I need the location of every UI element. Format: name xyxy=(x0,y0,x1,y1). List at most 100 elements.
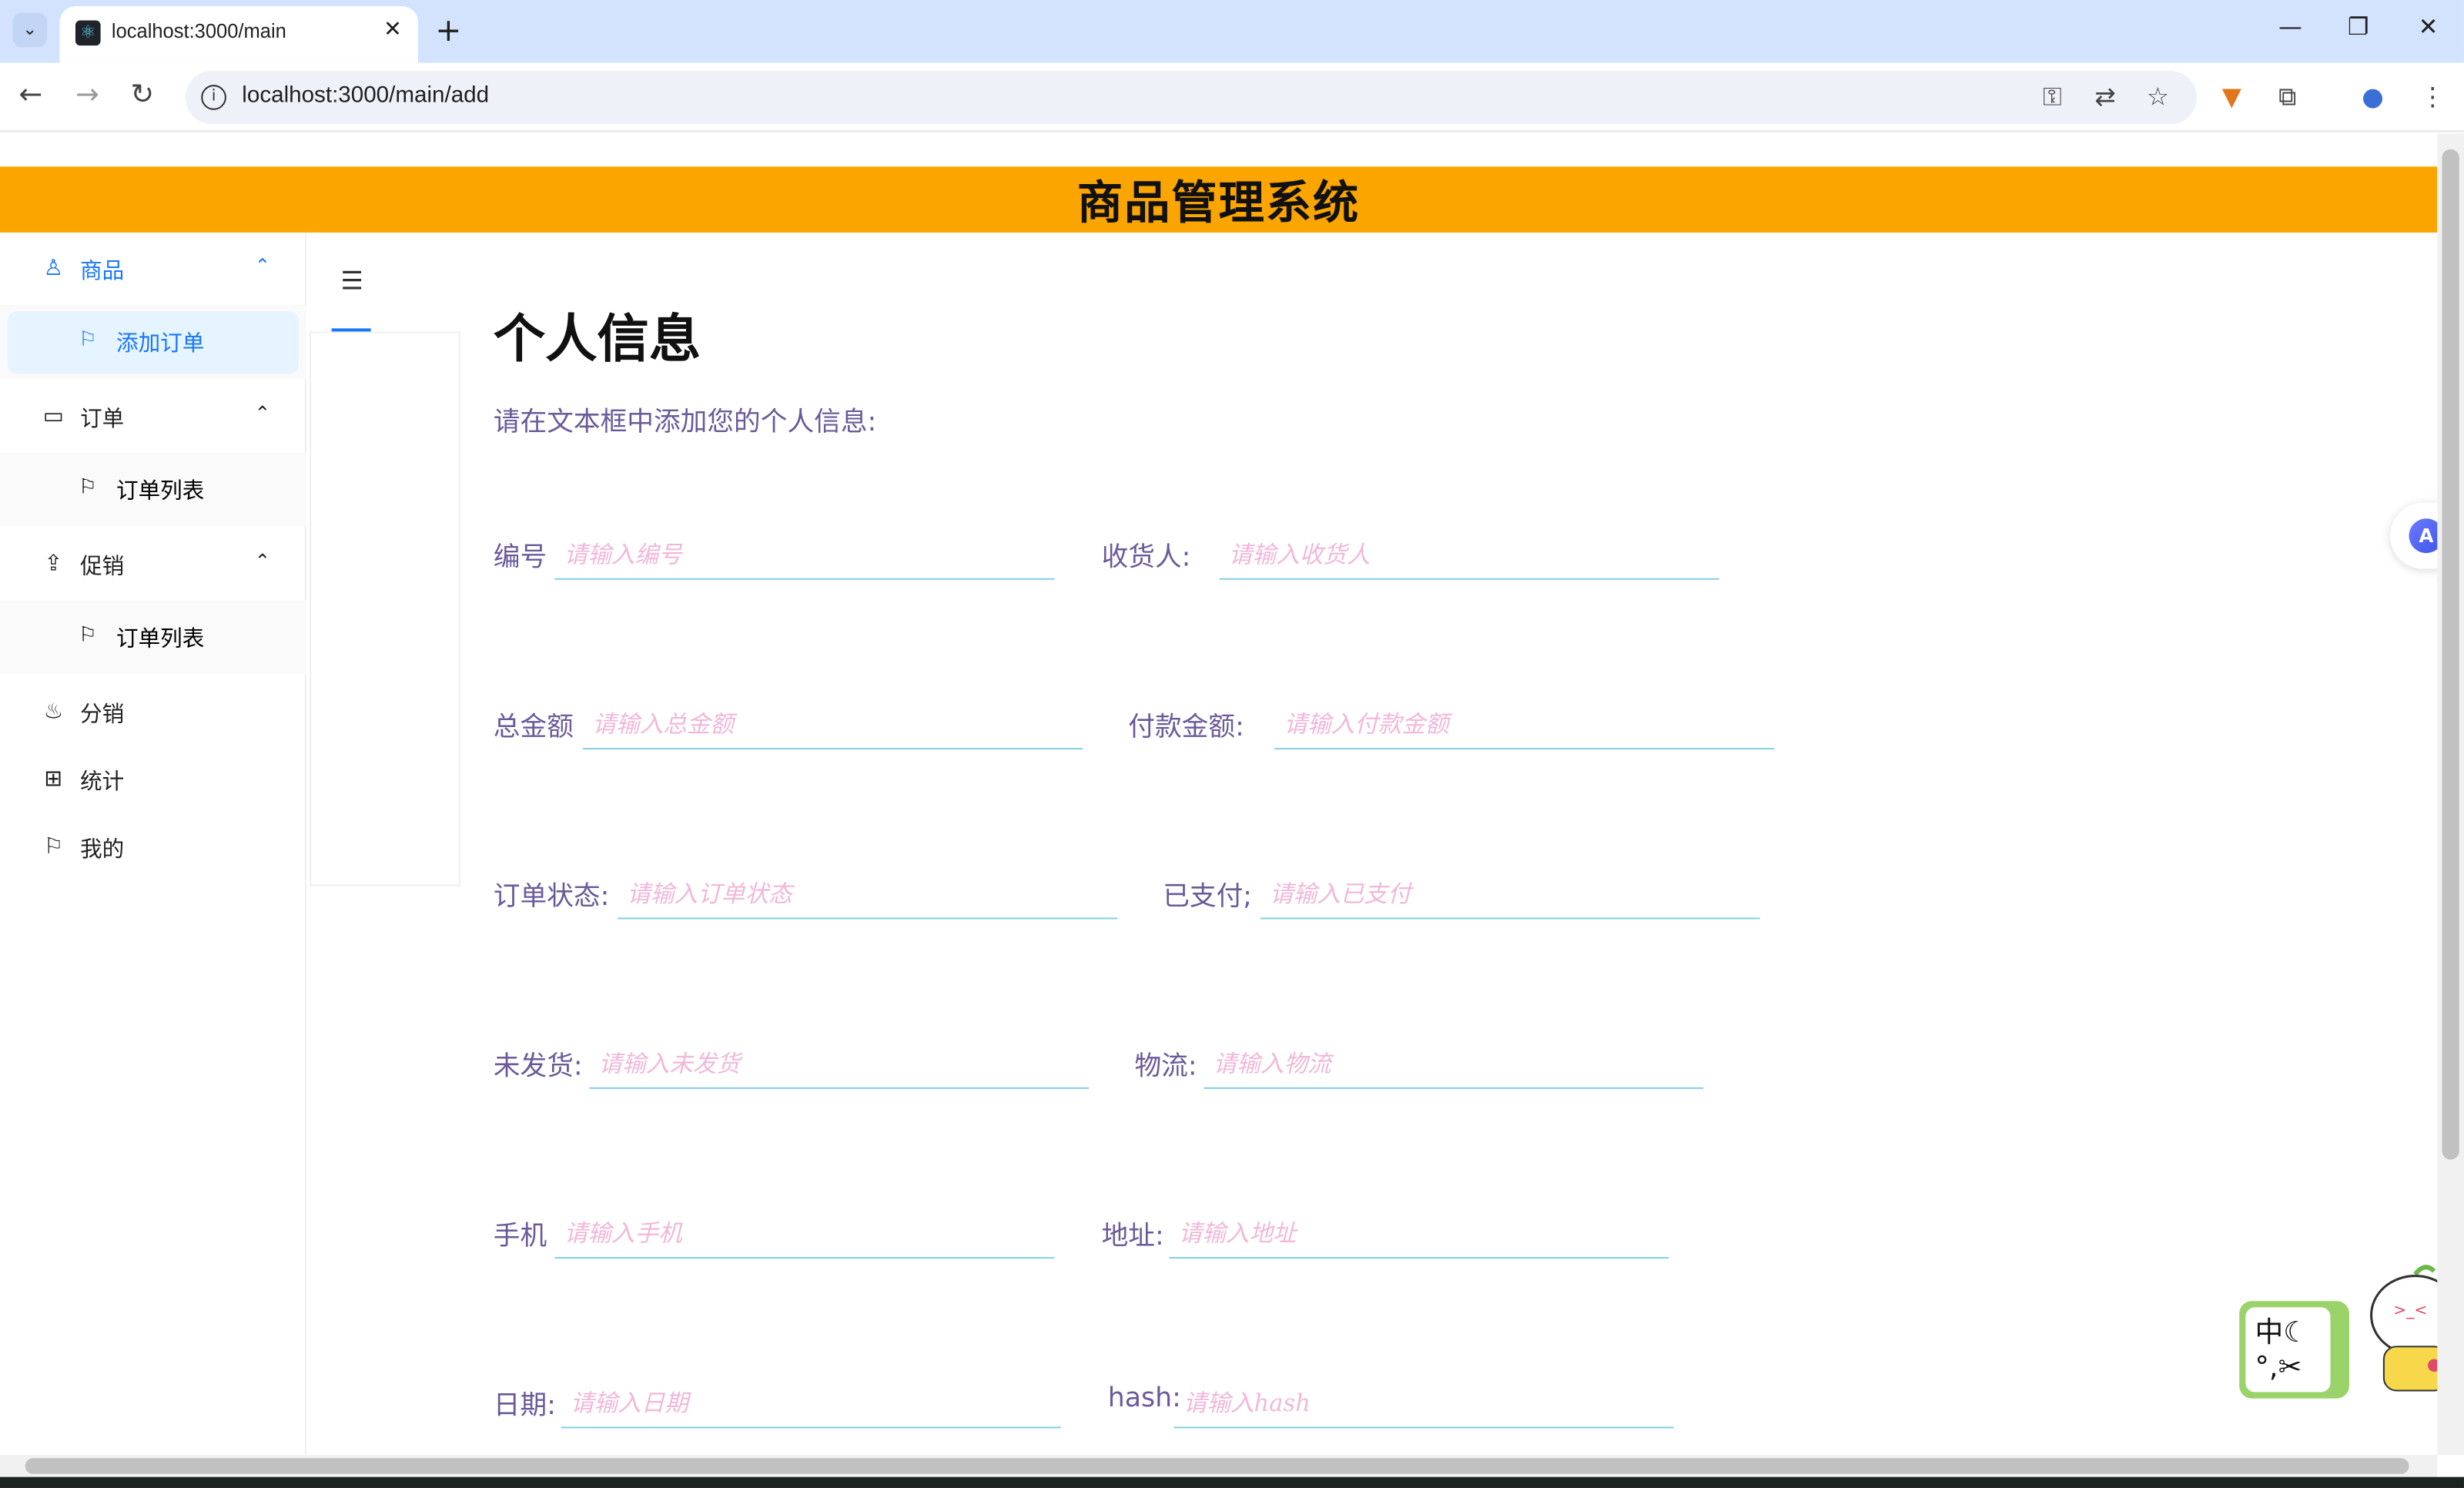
sidebar-item-label: 订单列表 xyxy=(116,626,205,652)
field-label: 总金额 xyxy=(493,712,574,743)
ime-widget[interactable]: 中☾ °,✂ >_< xyxy=(2239,1254,2464,1405)
field-label: 地址: xyxy=(1101,1221,1164,1252)
field-label: 付款金额: xyxy=(1128,712,1244,743)
close-window-button[interactable]: ✕ xyxy=(2419,12,2439,41)
submenu-promotions: ⚐ 订单列表 xyxy=(0,600,306,675)
svg-text:>_<: >_< xyxy=(2393,1301,2427,1320)
browser-toolbar: ← → ↻ i localhost:3000/main/add ⚿ ⇄ ☆ ▼ … xyxy=(0,62,2464,132)
tab-close-icon[interactable]: ✕ xyxy=(383,17,402,42)
page-viewport: 商品管理系统 ♙ 商品 ⌃ ⚐ 添加订单 ▭ 订单 ⌃ ⚐ 订单列表 ⇪ 促销 … xyxy=(0,133,2438,1456)
profile-icon[interactable]: ● xyxy=(2362,82,2384,112)
video-icon: ▭ xyxy=(42,404,64,429)
tab-search-icon[interactable]: ⌄ xyxy=(12,12,48,48)
minimize-button[interactable]: — xyxy=(2278,12,2302,41)
app-title: 商品管理系统 xyxy=(1076,176,1361,230)
horizontal-scroll-thumb[interactable] xyxy=(25,1458,2409,1474)
user-icon: ♙ xyxy=(43,256,64,282)
sidebar-item-order-list[interactable]: ⚐ 订单列表 xyxy=(8,459,299,522)
sidebar-item-statistics[interactable]: ⊞ 统计 xyxy=(0,749,306,813)
app-header: 商品管理系统 xyxy=(0,166,2438,233)
address-input[interactable] xyxy=(1169,1208,1669,1259)
sidebar-item-mine[interactable]: ⚐ 我的 xyxy=(0,817,306,880)
field-label: 物流: xyxy=(1134,1051,1197,1083)
ime-mode-panel: 中☾ °,✂ xyxy=(2245,1307,2331,1392)
date-input[interactable] xyxy=(561,1378,1061,1429)
sidebar-item-label: 添加订单 xyxy=(116,331,205,357)
order-status-input[interactable] xyxy=(618,869,1118,920)
menu-collapse-icon[interactable]: ☰ xyxy=(333,266,371,296)
translate-icon[interactable]: ⇄ xyxy=(2094,82,2115,112)
tab-title: localhost:3000/main xyxy=(111,20,286,43)
ime-toolbar[interactable]: 中☾ °,✂ xyxy=(2239,1301,2349,1399)
sidebar-item-label: 订单 xyxy=(80,407,125,433)
sidebar-item-products[interactable]: ♙ 商品 ⌃ xyxy=(0,239,306,302)
sidebar-item-orders[interactable]: ▭ 订单 ⌃ xyxy=(0,387,306,450)
sidebar-item-label: 分销 xyxy=(80,702,125,728)
sidebar-item-label: 统计 xyxy=(80,769,125,796)
address-bar[interactable]: i localhost:3000/main/add ⚿ ⇄ ☆ xyxy=(185,70,2198,125)
new-tab-button[interactable]: + xyxy=(435,11,461,49)
sidebar-item-label: 我的 xyxy=(80,837,125,863)
logistics-input[interactable] xyxy=(1204,1038,1704,1089)
field-label: 未发货: xyxy=(493,1051,583,1083)
restore-button[interactable]: ❐ xyxy=(2348,12,2369,41)
reload-icon[interactable]: ↻ xyxy=(130,79,154,112)
submenu-products: ⚐ 添加订单 xyxy=(0,304,306,379)
field-label: 日期: xyxy=(493,1390,556,1423)
submenu-orders: ⚐ 订单列表 xyxy=(0,452,306,527)
react-favicon-icon: ⚛ xyxy=(75,20,101,46)
browser-window: ⌄ ⚛ localhost:3000/main ✕ + — ❐ ✕ ← → ↻ … xyxy=(0,0,2464,1488)
hash-input[interactable] xyxy=(1173,1378,1674,1429)
more-icon[interactable]: ⋮ xyxy=(2420,82,2446,112)
field-label: 手机 xyxy=(493,1221,547,1252)
sidebar-item-promo-order-list[interactable]: ⚐ 订单列表 xyxy=(8,606,299,669)
key-icon[interactable]: ⚿ xyxy=(2043,82,2062,113)
chevron-up-icon: ⌃ xyxy=(254,254,271,277)
address-url[interactable]: localhost:3000/main/add xyxy=(242,83,489,109)
field-label: 订单状态: xyxy=(493,881,610,913)
sidebar: ♙ 商品 ⌃ ⚐ 添加订单 ▭ 订单 ⌃ ⚐ 订单列表 ⇪ 促销 ⌃ ⚐ 订单列… xyxy=(0,232,306,1456)
fox-extension-icon[interactable]: ▼ xyxy=(2222,82,2241,112)
paid-amount-input[interactable] xyxy=(1274,699,1775,750)
flag-icon: ⚐ xyxy=(79,476,97,500)
form-instructions: 请在文本框中添加您的个人信息: xyxy=(493,407,877,439)
receiver-input[interactable] xyxy=(1219,529,1719,580)
phone-input[interactable] xyxy=(554,1208,1055,1259)
sidebar-item-distribution[interactable]: ♨ 分销 xyxy=(0,682,306,745)
ime-mode-label: 中☾ xyxy=(2255,1316,2309,1350)
sidebar-item-label: 订单列表 xyxy=(116,479,205,504)
field-label: 已支付; xyxy=(1163,881,1252,913)
star-icon[interactable]: ☆ xyxy=(2147,82,2169,112)
sidebar-item-label: 商品 xyxy=(80,259,125,285)
chevron-up-icon: ⌃ xyxy=(254,402,271,424)
vertical-scrollbar[interactable] xyxy=(2437,133,2464,1456)
site-info-icon[interactable]: i xyxy=(201,85,226,110)
flag-icon: ⚐ xyxy=(79,623,97,648)
sidebar-item-label: 促销 xyxy=(80,555,125,580)
field-label: 收货人: xyxy=(1101,541,1191,574)
id-input[interactable] xyxy=(554,529,1055,580)
chevron-up-icon: ⌃ xyxy=(254,550,271,572)
paid-input[interactable] xyxy=(1260,869,1760,920)
tab-panel xyxy=(310,331,460,886)
tab-bar: ⌄ ⚛ localhost:3000/main ✕ + — ❐ ✕ xyxy=(0,0,2464,63)
flag-icon: ⚐ xyxy=(79,328,97,352)
forward-icon[interactable]: → xyxy=(75,79,99,112)
sidebar-item-promotions[interactable]: ⇪ 促销 ⌃ xyxy=(0,535,306,598)
field-label: hash: xyxy=(1107,1382,1181,1415)
sidebar-item-add-order[interactable]: ⚐ 添加订单 xyxy=(8,310,299,374)
fire-icon: ♨ xyxy=(43,699,64,725)
total-input[interactable] xyxy=(583,699,1083,750)
upload-icon: ⇪ xyxy=(44,551,63,577)
puzzle-extension-icon[interactable]: ⧉ xyxy=(2278,82,2296,113)
horizontal-scrollbar[interactable] xyxy=(0,1455,2438,1477)
unshipped-input[interactable] xyxy=(589,1038,1090,1089)
vertical-scroll-thumb[interactable] xyxy=(2442,149,2459,1160)
ime-punct-label: °,✂ xyxy=(2255,1351,2302,1385)
flag-icon: ⚐ xyxy=(43,834,64,860)
browser-tab[interactable]: ⚛ localhost:3000/main ✕ xyxy=(59,6,418,63)
field-label: 编号 xyxy=(493,541,547,574)
back-icon[interactable]: ← xyxy=(18,79,42,112)
taskbar-strip xyxy=(0,1476,2464,1488)
page-title: 个人信息 xyxy=(493,307,701,370)
